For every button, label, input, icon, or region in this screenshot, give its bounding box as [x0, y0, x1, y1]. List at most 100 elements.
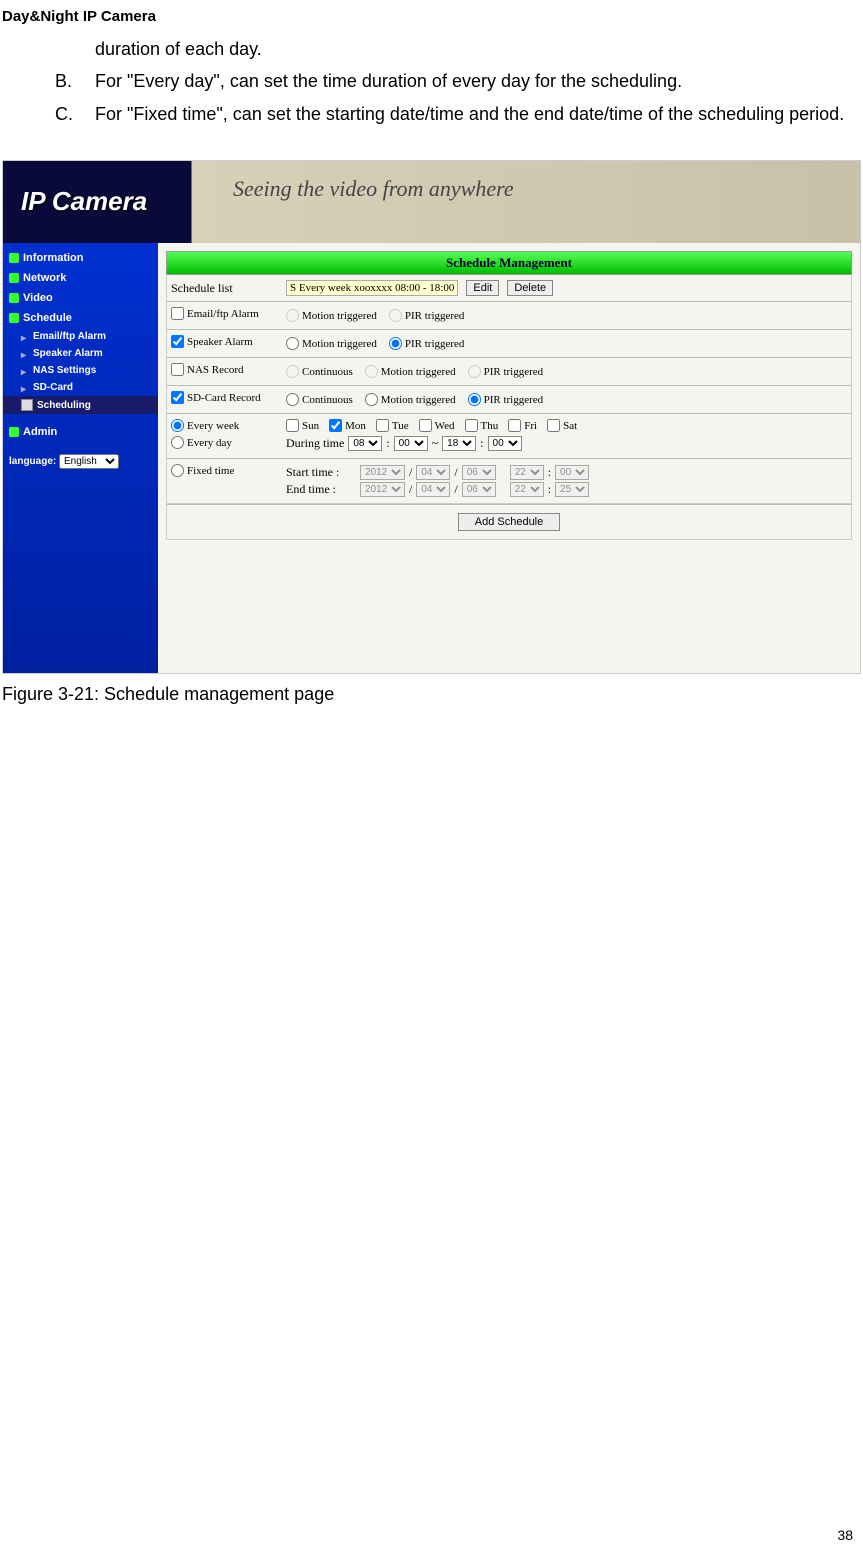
- expand-icon: [9, 253, 19, 263]
- speaker-pir-radio[interactable]: [389, 337, 402, 350]
- every-day-radio[interactable]: [171, 436, 184, 449]
- end-year[interactable]: 2012: [360, 482, 405, 497]
- separator: ~: [432, 436, 439, 451]
- nav-speaker[interactable]: ▸Speaker Alarm: [3, 345, 158, 362]
- nav-information[interactable]: Information: [3, 248, 158, 268]
- schedule-list-row: Schedule list S Every week xooxxxx 08:00…: [166, 275, 852, 301]
- nas-record-row: NAS Record Continuous Motion triggered P…: [166, 357, 852, 385]
- day-sat-checkbox[interactable]: [547, 419, 560, 432]
- during-end-hour[interactable]: 18: [442, 436, 476, 451]
- sd-continuous-radio[interactable]: [286, 393, 299, 406]
- nav-admin[interactable]: Admin: [3, 422, 158, 442]
- period-row: Every week Every day Sun Mon Tue Wed Thu…: [166, 413, 852, 458]
- start-time-label: Start time :: [286, 465, 356, 480]
- screenshot-header: IP Camera Seeing the video from anywhere: [3, 161, 860, 243]
- language-label: language:: [9, 456, 56, 467]
- end-month[interactable]: 04: [416, 482, 450, 497]
- logo: IP Camera: [3, 161, 147, 243]
- email-pir-radio[interactable]: [389, 309, 402, 322]
- start-min[interactable]: 00: [555, 465, 589, 480]
- nav-video[interactable]: Video: [3, 288, 158, 308]
- speaker-motion-radio[interactable]: [286, 337, 299, 350]
- during-start-min[interactable]: 00: [394, 436, 428, 451]
- nav-schedule[interactable]: Schedule: [3, 308, 158, 328]
- screenshot: IP Camera Seeing the video from anywhere…: [2, 160, 861, 674]
- start-year[interactable]: 2012: [360, 465, 405, 480]
- page-header: Day&Night IP Camera: [0, 0, 863, 33]
- fixed-time-radio[interactable]: [171, 464, 184, 477]
- page-number: 38: [837, 1527, 853, 1543]
- day-tue-checkbox[interactable]: [376, 419, 389, 432]
- nav-scheduling[interactable]: Scheduling: [3, 396, 158, 414]
- sd-record-row: SD-Card Record Continuous Motion trigger…: [166, 385, 852, 413]
- end-time-label: End time :: [286, 482, 356, 497]
- expand-icon: [9, 427, 19, 437]
- separator: :: [480, 436, 483, 451]
- separator: /: [454, 482, 457, 497]
- list-marker-c: C.: [55, 98, 95, 130]
- email-alarm-row: Email/ftp Alarm Motion triggered PIR tri…: [166, 301, 852, 329]
- nas-motion-radio[interactable]: [365, 365, 378, 378]
- list-item-c: C. For "Fixed time", can set the startin…: [55, 98, 863, 130]
- list-content-b: For "Every day", can set the time durati…: [95, 65, 853, 97]
- sd-record-checkbox[interactable]: [171, 391, 184, 404]
- end-day[interactable]: 06: [462, 482, 496, 497]
- separator: :: [548, 465, 551, 480]
- sidebar: Information Network Video Schedule ▸Emai…: [3, 243, 158, 673]
- arrow-icon: ▸: [21, 367, 29, 375]
- sd-pir-radio[interactable]: [468, 393, 481, 406]
- schedule-list-label: Schedule list: [171, 281, 286, 296]
- doc-icon: [21, 399, 33, 411]
- speaker-alarm-checkbox[interactable]: [171, 335, 184, 348]
- every-week-radio[interactable]: [171, 419, 184, 432]
- sd-motion-radio[interactable]: [365, 393, 378, 406]
- email-motion-radio[interactable]: [286, 309, 299, 322]
- tagline: Seeing the video from anywhere: [233, 176, 514, 202]
- start-hour[interactable]: 22: [510, 465, 544, 480]
- day-sun-checkbox[interactable]: [286, 419, 299, 432]
- nas-record-checkbox[interactable]: [171, 363, 184, 376]
- edit-button[interactable]: Edit: [466, 280, 499, 296]
- expand-icon: [9, 273, 19, 283]
- day-wed-checkbox[interactable]: [419, 419, 432, 432]
- expand-icon: [9, 313, 19, 323]
- nav-nas[interactable]: ▸NAS Settings: [3, 362, 158, 379]
- email-alarm-checkbox[interactable]: [171, 307, 184, 320]
- fixed-time-row: Fixed time Start time : 2012 / 04 / 06 2…: [166, 458, 852, 504]
- delete-button[interactable]: Delete: [507, 280, 553, 296]
- language-selector: language: English: [3, 442, 158, 481]
- language-dropdown[interactable]: English: [59, 454, 119, 469]
- nas-pir-radio[interactable]: [468, 365, 481, 378]
- separator: :: [386, 436, 389, 451]
- separator: /: [409, 465, 412, 480]
- separator: /: [409, 482, 412, 497]
- list-content-c: For "Fixed time", can set the starting d…: [95, 98, 853, 130]
- day-fri-checkbox[interactable]: [508, 419, 521, 432]
- nas-continuous-radio[interactable]: [286, 365, 299, 378]
- start-day[interactable]: 06: [462, 465, 496, 480]
- separator: :: [548, 482, 551, 497]
- end-min[interactable]: 25: [555, 482, 589, 497]
- arrow-icon: ▸: [21, 384, 29, 392]
- nav-network[interactable]: Network: [3, 268, 158, 288]
- day-thu-checkbox[interactable]: [465, 419, 478, 432]
- nav-sdcard[interactable]: ▸SD-Card: [3, 379, 158, 396]
- day-mon-checkbox[interactable]: [329, 419, 342, 432]
- body-text-line1: duration of each day.: [95, 33, 853, 65]
- list-item-b: B. For "Every day", can set the time dur…: [55, 65, 863, 97]
- main-panel: Schedule Management Schedule list S Ever…: [158, 243, 860, 673]
- during-start-hour[interactable]: 08: [348, 436, 382, 451]
- list-marker-b: B.: [55, 65, 95, 97]
- during-end-min[interactable]: 00: [488, 436, 522, 451]
- expand-icon: [9, 293, 19, 303]
- end-hour[interactable]: 22: [510, 482, 544, 497]
- speaker-alarm-row: Speaker Alarm Motion triggered PIR trigg…: [166, 329, 852, 357]
- start-month[interactable]: 04: [416, 465, 450, 480]
- schedule-list-item[interactable]: S Every week xooxxxx 08:00 - 18:00: [286, 280, 458, 296]
- nav-emailftp[interactable]: ▸Email/ftp Alarm: [3, 328, 158, 345]
- arrow-icon: ▸: [21, 333, 29, 341]
- add-schedule-row: Add Schedule: [166, 504, 852, 540]
- figure-caption: Figure 3-21: Schedule management page: [2, 684, 863, 705]
- during-time-label: During time: [286, 436, 344, 451]
- add-schedule-button[interactable]: Add Schedule: [458, 513, 561, 531]
